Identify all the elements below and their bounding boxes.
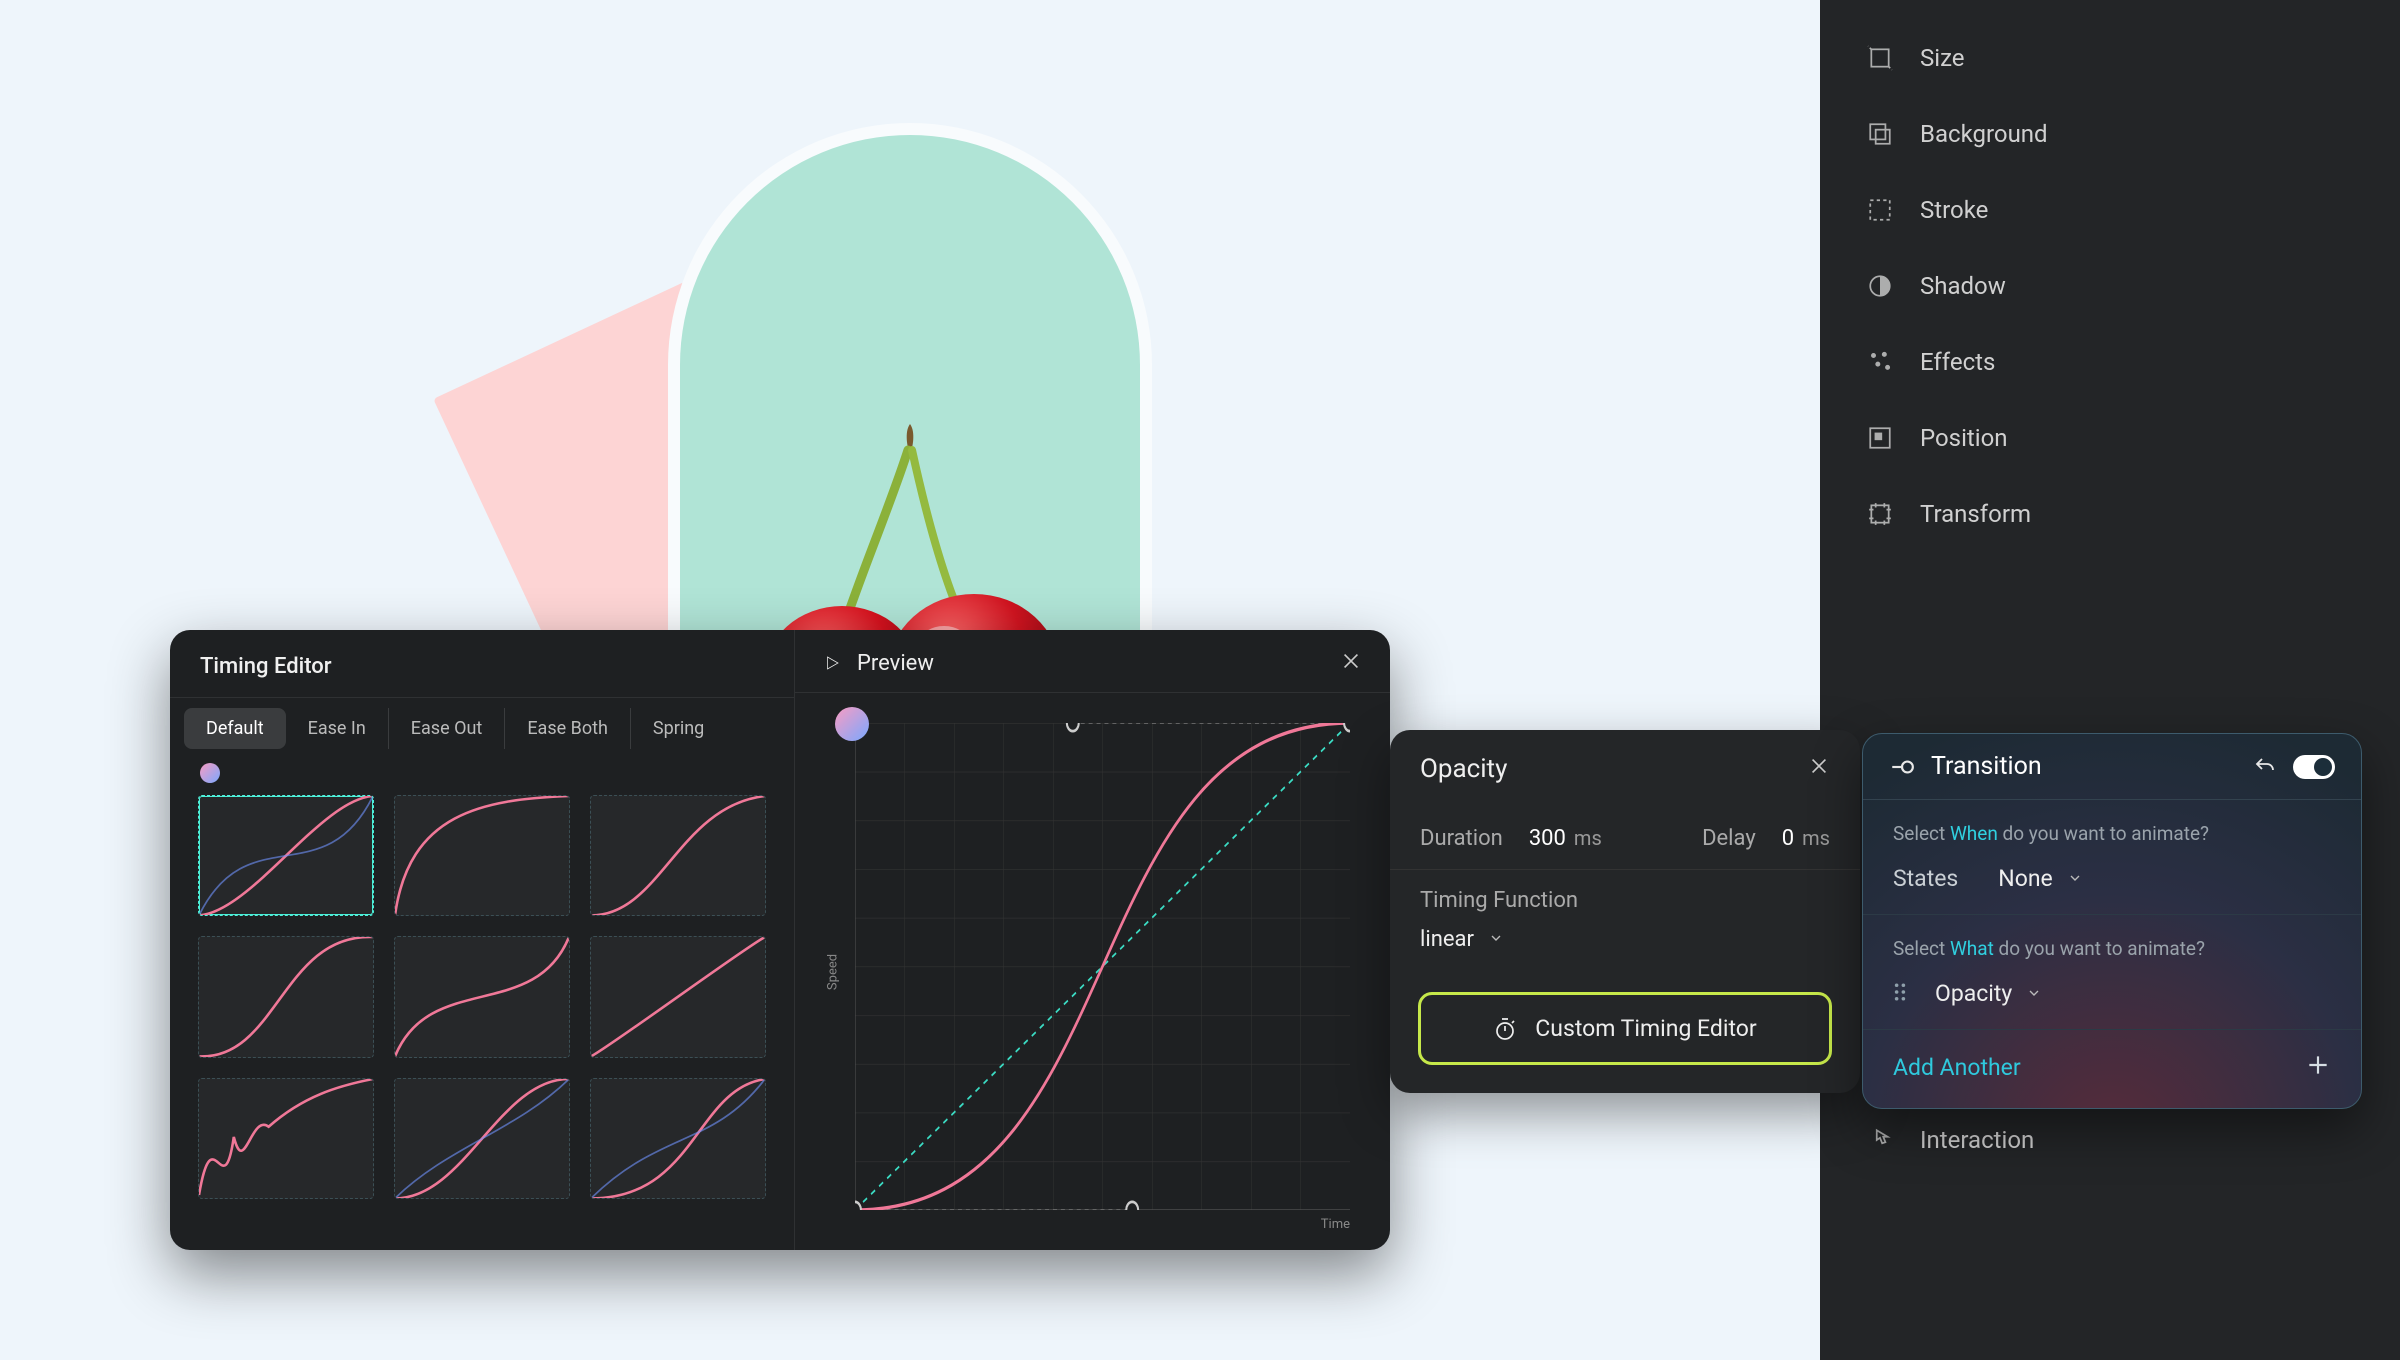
properties-sidebar: Size Background Stroke Shadow Effects Po… (1820, 0, 2400, 1360)
chevron-down-icon (2067, 865, 2083, 892)
easing-preset[interactable] (590, 1078, 766, 1199)
sidebar-item-stroke[interactable]: Stroke (1820, 172, 2400, 248)
tab-ease-both[interactable]: Ease Both (505, 708, 631, 749)
play-icon (823, 654, 841, 672)
duration-label: Duration (1420, 826, 1503, 851)
size-icon (1866, 44, 1894, 72)
position-icon (1866, 424, 1894, 452)
curve-graph-svg (855, 723, 1350, 1210)
sidebar-item-label: Stroke (1920, 196, 1988, 224)
sidebar-item-effects[interactable]: Effects (1820, 324, 2400, 400)
easing-preset[interactable] (394, 936, 570, 1057)
sidebar-item-interaction[interactable]: Interaction (1820, 1102, 2400, 1178)
sidebar-item-background[interactable]: Background (1820, 96, 2400, 172)
transform-icon (1866, 500, 1894, 528)
duration-delay-row: Duration 300ms Delay 0ms (1390, 808, 1860, 869)
sidebar-item-size[interactable]: Size (1820, 20, 2400, 96)
tab-ease-out[interactable]: Ease Out (389, 708, 506, 749)
close-button[interactable] (1808, 754, 1830, 784)
custom-timing-editor-button[interactable]: Custom Timing Editor (1418, 992, 1832, 1065)
preview-ball-large (835, 707, 869, 741)
states-select[interactable]: None (1998, 865, 2082, 892)
transition-panel: Transition Select When do you want to an… (1862, 733, 2362, 1109)
delay-value[interactable]: 0ms (1782, 826, 1830, 851)
sidebar-item-transform[interactable]: Transform (1820, 476, 2400, 552)
timing-tabs: Default Ease In Ease Out Ease Both Sprin… (170, 698, 794, 759)
preview-ball-small (200, 763, 220, 783)
delay-label: Delay (1702, 826, 1756, 851)
plus-icon (2305, 1052, 2331, 1078)
easing-preset[interactable] (394, 1078, 570, 1199)
add-button[interactable] (2305, 1052, 2331, 1082)
opacity-panel: Opacity Duration 300ms Delay 0ms Timing … (1390, 730, 1860, 1093)
interaction-icon (1866, 1126, 1894, 1154)
easing-preset-grid (170, 789, 794, 1223)
easing-preset[interactable] (590, 795, 766, 916)
stopwatch-icon (1493, 1017, 1517, 1041)
easing-preset[interactable] (198, 936, 374, 1057)
tab-spring[interactable]: Spring (631, 708, 726, 749)
easing-preset[interactable] (198, 795, 374, 916)
effects-icon (1866, 348, 1894, 376)
timing-function-row: Timing Function linear (1390, 869, 1860, 970)
close-icon (1340, 650, 1362, 672)
sidebar-item-shadow[interactable]: Shadow (1820, 248, 2400, 324)
sidebar-item-label: Shadow (1920, 272, 2006, 300)
sidebar-item-label: Interaction (1920, 1126, 2034, 1154)
tab-default[interactable]: Default (184, 708, 286, 749)
timing-graph[interactable]: Speed Time (795, 693, 1390, 1250)
tab-ease-in[interactable]: Ease In (286, 708, 389, 749)
axis-label-speed: Speed (826, 953, 841, 989)
timing-editor-panel: Timing Editor Default Ease In Ease Out E… (170, 630, 1390, 1250)
what-hint: Select What do you want to animate? (1893, 937, 2331, 960)
drag-handle-icon[interactable] (1893, 980, 1907, 1007)
undo-icon[interactable] (2253, 755, 2277, 779)
stroke-icon (1866, 196, 1894, 224)
axis-label-time: Time (1321, 1217, 1350, 1232)
background-icon (1866, 120, 1894, 148)
timing-editor-right: Preview Speed Time (795, 630, 1390, 1250)
sidebar-item-label: Background (1920, 120, 2048, 148)
property-select[interactable]: Opacity (1935, 980, 2042, 1007)
transition-panel-title: Transition (1931, 752, 2042, 781)
timing-function-select[interactable]: linear (1420, 927, 1504, 952)
sidebar-item-label: Transform (1920, 500, 2031, 528)
sidebar-item-label: Effects (1920, 348, 1995, 376)
preview-button[interactable]: Preview (823, 651, 934, 676)
chevron-down-icon (1488, 927, 1504, 952)
sidebar-item-label: Position (1920, 424, 2008, 452)
easing-preset[interactable] (590, 936, 766, 1057)
transition-icon (1889, 754, 1915, 780)
sidebar-item-label: Size (1920, 44, 1965, 72)
timing-editor-title: Timing Editor (170, 630, 794, 698)
timing-editor-left: Timing Editor Default Ease In Ease Out E… (170, 630, 795, 1250)
duration-value[interactable]: 300ms (1529, 826, 1602, 851)
opacity-panel-title: Opacity (1420, 754, 1507, 784)
timing-function-label: Timing Function (1420, 888, 1578, 913)
shadow-icon (1866, 272, 1894, 300)
sidebar-item-position[interactable]: Position (1820, 400, 2400, 476)
chevron-down-icon (2026, 980, 2042, 1007)
close-button[interactable] (1340, 650, 1362, 676)
transition-toggle[interactable] (2293, 755, 2335, 779)
easing-preset[interactable] (198, 1078, 374, 1199)
add-another-button[interactable]: Add Another (1893, 1054, 2021, 1081)
close-icon (1808, 755, 1830, 777)
easing-preset[interactable] (394, 795, 570, 916)
when-hint: Select When do you want to animate? (1893, 822, 2331, 845)
states-label: States (1893, 865, 1958, 892)
